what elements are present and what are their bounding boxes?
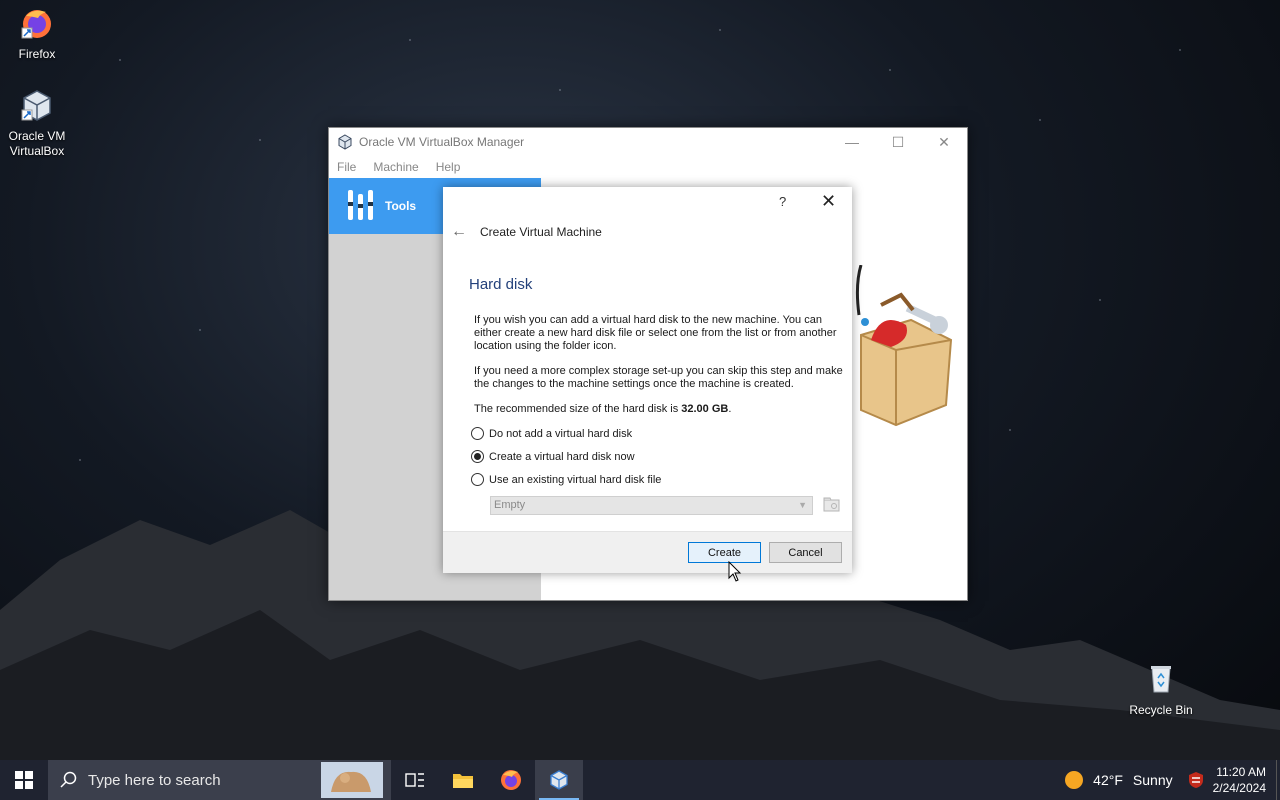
section-title: Hard disk — [469, 276, 533, 293]
minimize-button[interactable]: — — [829, 128, 875, 156]
firefox-icon — [501, 770, 521, 790]
weather-temperature: 42°F — [1093, 772, 1123, 788]
mouse-cursor-icon — [728, 561, 742, 582]
taskbar-firefox[interactable] — [487, 760, 535, 800]
disk-file-select[interactable]: Empty ▼ — [490, 496, 813, 515]
desktop-icon-virtualbox[interactable]: Oracle VM VirtualBox — [0, 88, 74, 159]
windows-logo-icon — [15, 771, 33, 789]
radio-button[interactable] — [471, 427, 484, 440]
taskbar: Type here to search 42°F Sunny 11:20 AM … — [0, 760, 1280, 800]
maximize-button[interactable]: ☐ — [875, 128, 921, 156]
desktop-icon-label: Recycle Bin — [1129, 703, 1193, 717]
taskbar-file-explorer[interactable] — [439, 760, 487, 800]
taskbar-search-box[interactable]: Type here to search — [48, 760, 391, 800]
weather-widget[interactable]: 42°F Sunny — [1065, 771, 1173, 789]
dialog-button-bar: Create Cancel — [443, 531, 852, 573]
option-no-disk[interactable]: Do not add a virtual hard disk — [471, 427, 632, 440]
start-button[interactable] — [0, 760, 48, 800]
close-button[interactable]: ✕ — [921, 128, 967, 156]
chevron-down-icon: ▼ — [798, 500, 807, 510]
toolbox-illustration — [855, 265, 953, 427]
desktop-icon-label: Oracle VM VirtualBox — [8, 129, 66, 158]
search-placeholder: Type here to search — [88, 771, 221, 789]
radio-button[interactable] — [471, 473, 484, 486]
recommended-size-text: The recommended size of the hard disk is… — [474, 403, 844, 416]
task-view-icon — [405, 773, 424, 787]
desktop-icon-label: Firefox — [18, 47, 56, 61]
menu-file[interactable]: File — [337, 160, 356, 174]
option-label: Do not add a virtual hard disk — [489, 427, 633, 440]
description-paragraph: If you wish you can add a virtual hard d… — [474, 314, 837, 352]
dialog-title-bar[interactable]: ? ✕ — [443, 187, 852, 217]
window-title: Oracle VM VirtualBox Manager — [359, 135, 525, 149]
option-create-disk[interactable]: Create a virtual hard disk now — [471, 450, 635, 463]
option-existing-disk[interactable]: Use an existing virtual hard disk file — [471, 473, 661, 486]
security-shield-icon[interactable] — [1187, 771, 1205, 789]
taskbar-clock[interactable]: 11:20 AM 2/24/2024 — [1213, 764, 1266, 796]
description-paragraph: If you need a more complex storage set-u… — [474, 365, 843, 390]
firefox-icon — [21, 10, 51, 39]
virtualbox-icon — [550, 770, 568, 790]
recommended-prefix: The recommended size of the hard disk is — [474, 403, 682, 415]
task-view-button[interactable] — [391, 760, 439, 800]
folder-icon[interactable] — [823, 496, 840, 513]
desktop-icon-recycle-bin[interactable]: Recycle Bin — [1124, 662, 1198, 718]
close-icon[interactable]: ✕ — [821, 191, 836, 212]
system-tray: 42°F Sunny 11:20 AM 2/24/2024 — [1065, 760, 1280, 800]
search-highlight-image — [321, 762, 383, 798]
option-label: Use an existing virtual hard disk file — [489, 473, 662, 486]
search-icon — [60, 771, 77, 788]
title-bar[interactable]: Oracle VM VirtualBox Manager — ☐ ✕ — [329, 128, 967, 156]
radio-button[interactable] — [471, 450, 484, 463]
tools-icon — [348, 190, 373, 220]
dialog-header: ← Create Virtual Machine — [443, 217, 852, 247]
clock-date: 2/24/2024 — [1212, 781, 1266, 795]
weather-condition: Sunny — [1132, 772, 1173, 788]
clock-time: 11:20 AM — [1216, 765, 1266, 779]
recommended-size-value: 32.00 GB — [681, 403, 729, 415]
virtualbox-icon — [338, 134, 352, 150]
recycle-bin-icon — [1151, 666, 1171, 693]
menu-machine[interactable]: Machine — [373, 160, 418, 174]
sidebar-item-label: Tools — [385, 199, 417, 213]
show-desktop-button[interactable] — [1276, 760, 1280, 800]
back-arrow-icon[interactable]: ← — [451, 223, 473, 241]
create-vm-dialog: ? ✕ ← Create Virtual Machine Hard disk I… — [443, 187, 953, 573]
menu-bar: File Machine Help — [329, 156, 967, 178]
help-button[interactable]: ? — [779, 194, 786, 209]
virtualbox-icon — [21, 90, 51, 121]
recommended-suffix: . — [728, 403, 732, 415]
desktop-icon-firefox[interactable]: Firefox — [0, 6, 74, 62]
dialog-title: Create Virtual Machine — [480, 225, 602, 239]
taskbar-virtualbox[interactable] — [535, 760, 583, 800]
sun-icon — [1065, 771, 1084, 789]
disk-file-select-value: Empty — [494, 499, 526, 511]
folder-icon — [453, 774, 473, 788]
cancel-button[interactable]: Cancel — [769, 542, 842, 563]
create-button[interactable]: Create — [688, 542, 761, 563]
option-label: Create a virtual hard disk now — [489, 450, 635, 463]
menu-help[interactable]: Help — [436, 160, 461, 174]
